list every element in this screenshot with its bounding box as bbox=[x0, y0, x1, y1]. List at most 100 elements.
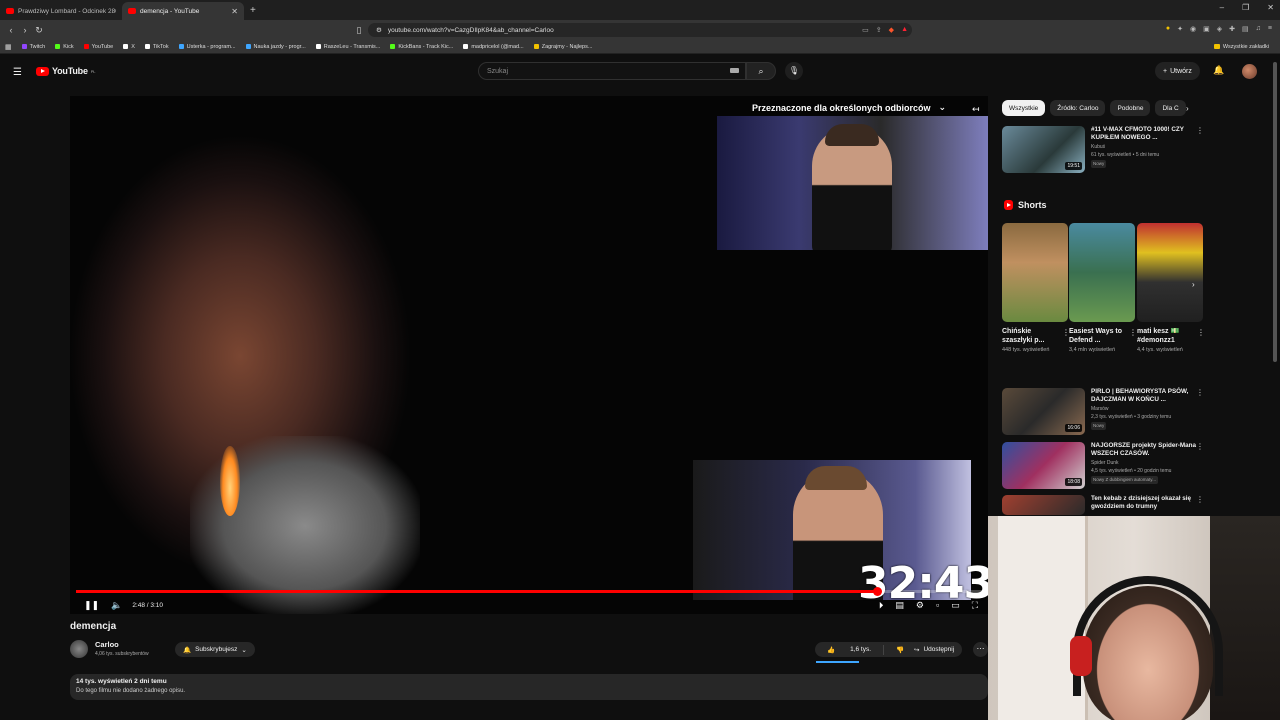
brave-shield-icon[interactable]: ◆ bbox=[889, 26, 894, 34]
bookmark-item[interactable]: Twitch bbox=[17, 44, 51, 50]
browser-tab-2[interactable]: demencja - YouTube ✕ bbox=[122, 2, 244, 20]
bookmark-icon[interactable]: ▯ bbox=[352, 25, 366, 36]
channel-name[interactable]: Carloo bbox=[95, 640, 119, 649]
progress-bar[interactable] bbox=[76, 587, 982, 596]
create-button[interactable]: + Utwórz bbox=[1155, 62, 1200, 80]
rewards-icon[interactable]: ▲ bbox=[901, 26, 908, 34]
video-channel[interactable]: Spider Dunk bbox=[1091, 460, 1202, 466]
more-vert-icon[interactable]: ⋮ bbox=[1129, 328, 1137, 337]
subtitles-icon[interactable]: ▤ bbox=[895, 600, 904, 611]
search-button[interactable]: ⌕ bbox=[746, 62, 776, 80]
video-thumbnail[interactable]: 18:08 bbox=[1002, 442, 1085, 489]
channel-avatar[interactable] bbox=[70, 640, 88, 658]
more-vert-icon[interactable]: ⋮ bbox=[1196, 442, 1204, 451]
close-window-icon[interactable]: ✕ bbox=[1267, 3, 1274, 12]
bookmark-item[interactable]: Nauka jazdy - progr... bbox=[241, 44, 311, 50]
sidebar-icon[interactable]: ▤ bbox=[1242, 25, 1249, 33]
more-vert-icon[interactable]: ⋮ bbox=[1196, 388, 1204, 397]
bookmark-item[interactable]: Usterka - program... bbox=[174, 44, 241, 50]
extension-icon[interactable]: ✦ bbox=[1177, 25, 1183, 33]
menu-dots-icon[interactable]: ≡ bbox=[1268, 25, 1272, 33]
chip-all[interactable]: Wszystkie bbox=[1002, 100, 1046, 116]
more-vert-icon[interactable]: ⋮ bbox=[1196, 126, 1204, 135]
video-thumbnail[interactable]: 19:51 bbox=[1002, 126, 1085, 173]
short-title[interactable]: Chińskie szaszłyki p... bbox=[1002, 327, 1058, 345]
pause-icon[interactable]: ❚❚ bbox=[78, 600, 105, 611]
short-thumbnail[interactable] bbox=[1137, 223, 1203, 322]
account-avatar[interactable] bbox=[1242, 64, 1257, 79]
like-button[interactable]: 👍 1,6 tys. bbox=[815, 646, 883, 654]
screen-icon[interactable]: ▭ bbox=[862, 26, 869, 34]
video-title[interactable]: #11 V-MAX CFMOTO 1000! CZY KUPIŁEM NOWEG… bbox=[1091, 126, 1202, 142]
miniplayer-icon[interactable]: ▫ bbox=[936, 600, 939, 611]
short-item[interactable]: Easiest Ways to Defend ... 3,4 mln wyświ… bbox=[1069, 223, 1137, 354]
menu-icon[interactable]: ☰ bbox=[13, 67, 22, 78]
playlist-icon[interactable]: ♫ bbox=[1256, 25, 1261, 33]
share-page-icon[interactable]: ⇪ bbox=[876, 26, 882, 34]
forward-icon[interactable]: › bbox=[18, 25, 32, 35]
audience-overlay[interactable]: Przeznaczone dla określonych odbiorców ⌄ bbox=[752, 102, 946, 113]
chip-from-channel[interactable]: Źródło: Carloo bbox=[1050, 100, 1106, 116]
bookmark-item[interactable]: RaszeLeu - Transmis... bbox=[311, 44, 386, 50]
short-title[interactable]: Easiest Ways to Defend ... bbox=[1069, 327, 1125, 345]
voice-search-button[interactable]: 🎙 bbox=[785, 62, 803, 80]
recommended-video[interactable]: Ten kebab z dzisiejszej okazał się gwoźd… bbox=[1002, 495, 1202, 515]
recommended-video[interactable]: 18:08 NAJGORSZE projekty Spider-Mana WSZ… bbox=[1002, 442, 1204, 489]
tab-close-icon[interactable]: ✕ bbox=[231, 7, 238, 16]
site-info-icon[interactable]: ⚙ bbox=[376, 26, 382, 34]
url-field[interactable]: ⚙ youtube.com/watch?v=CazgDIlpK84&ab_cha… bbox=[368, 23, 912, 37]
share-button[interactable]: ↪ Udostępnij bbox=[906, 642, 963, 657]
more-vert-icon[interactable]: ⋮ bbox=[1196, 495, 1202, 504]
chip-related[interactable]: Podobne bbox=[1110, 100, 1151, 116]
recommended-video[interactable]: 19:51 #11 V-MAX CFMOTO 1000! CZY KUPIŁEM… bbox=[1002, 126, 1204, 173]
short-item[interactable]: Chińskie szaszłyki p... 448 tys. wyświet… bbox=[1002, 223, 1070, 354]
bookmark-item[interactable]: madpricelol (@mad... bbox=[458, 44, 528, 50]
volume-icon[interactable]: 🔈 bbox=[105, 600, 128, 611]
chip-for-you[interactable]: Dla C bbox=[1155, 100, 1186, 116]
short-thumbnail[interactable] bbox=[1002, 223, 1068, 322]
video-title[interactable]: NAJGORSZE projekty Spider-Mana WSZECH CZ… bbox=[1091, 442, 1202, 458]
progress-handle[interactable] bbox=[872, 587, 882, 596]
bookmark-item[interactable]: Kick bbox=[50, 44, 78, 50]
maximize-icon[interactable]: ❐ bbox=[1242, 3, 1249, 12]
more-vert-icon[interactable]: ⋮ bbox=[1197, 328, 1205, 337]
recommended-video[interactable]: 16:06 PIRLO | BEHAWIORYSTA PSÓW, DAJCZMA… bbox=[1002, 388, 1204, 435]
description-box[interactable]: 14 tys. wyświetleń 2 dni temu Do tego fi… bbox=[70, 674, 988, 700]
bookmark-item[interactable]: YouTube bbox=[79, 44, 119, 50]
browser-tab-1[interactable]: Prawdziwy Lombard - Odcinek 286 bbox=[0, 2, 122, 20]
apps-grid-icon[interactable]: ▦ bbox=[0, 43, 17, 51]
chevron-right-icon[interactable]: › bbox=[1186, 104, 1189, 113]
youtube-logo[interactable]: YouTube PL bbox=[36, 66, 95, 76]
video-channel[interactable]: Kubuś bbox=[1091, 144, 1202, 150]
page-scrollbar[interactable] bbox=[1273, 62, 1277, 362]
bookmark-item[interactable]: X bbox=[118, 44, 140, 50]
subscribed-button[interactable]: 🔔 Subskrybujesz ⌄ bbox=[175, 642, 255, 657]
bookmark-item[interactable]: TikTok bbox=[140, 44, 174, 50]
extension-icon[interactable]: ● bbox=[1166, 25, 1170, 33]
short-thumbnail[interactable] bbox=[1069, 223, 1135, 322]
extension-icon[interactable]: ▣ bbox=[1203, 25, 1210, 33]
all-bookmarks-button[interactable]: Wszystkie zakładki bbox=[1209, 44, 1274, 50]
video-title[interactable]: Ten kebab z dzisiejszej okazał się gwoźd… bbox=[1091, 495, 1202, 511]
minimize-icon[interactable]: – bbox=[1220, 3, 1224, 12]
back-icon[interactable]: ‹ bbox=[4, 25, 18, 35]
extensions-puzzle-icon[interactable]: ✚ bbox=[1229, 25, 1235, 33]
short-title[interactable]: mati kesz 💵 #demonzz1 bbox=[1137, 327, 1193, 345]
video-channel[interactable]: Marsów bbox=[1091, 406, 1202, 412]
keyboard-icon[interactable] bbox=[730, 68, 739, 73]
bookmark-item[interactable]: KickBans - Track Kic... bbox=[385, 44, 458, 50]
collapse-icon[interactable]: ↤ bbox=[972, 104, 980, 115]
video-title[interactable]: PIRLO | BEHAWIORYSTA PSÓW, DAJCZMAN W KO… bbox=[1091, 388, 1202, 404]
video-player[interactable]: Przeznaczone dla określonych odbiorców ⌄… bbox=[70, 96, 988, 614]
settings-icon[interactable]: ⚙ bbox=[916, 600, 924, 611]
more-actions-button[interactable]: ⋯ bbox=[973, 642, 988, 657]
theater-icon[interactable]: ▭ bbox=[951, 600, 960, 611]
bell-icon[interactable]: 🔔 bbox=[1213, 65, 1224, 76]
reload-icon[interactable]: ↻ bbox=[32, 25, 46, 36]
bookmark-item[interactable]: Zagrajmy - Najleps... bbox=[529, 44, 598, 50]
new-tab-icon[interactable]: + bbox=[250, 5, 256, 16]
video-thumbnail[interactable]: 16:06 bbox=[1002, 388, 1085, 435]
video-thumbnail[interactable] bbox=[1002, 495, 1085, 515]
extension-icon[interactable]: ◉ bbox=[1190, 25, 1196, 33]
search-input[interactable]: Szukaj bbox=[478, 62, 746, 80]
